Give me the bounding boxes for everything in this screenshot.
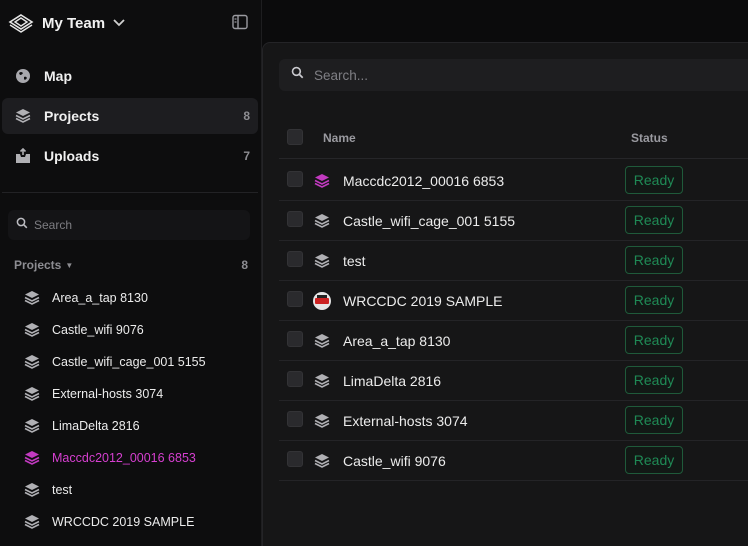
search-icon	[291, 66, 304, 84]
row-name[interactable]: Castle_wifi_cage_001 5155	[343, 213, 515, 229]
layers-icon	[24, 482, 40, 498]
team-name: My Team	[42, 14, 106, 32]
row-checkbox[interactable]	[287, 371, 303, 387]
nav-item-map[interactable]: Map	[2, 58, 258, 94]
sidebar-collapse-icon[interactable]	[232, 14, 250, 32]
sidebar-project-label: Area_a_tap 8130	[52, 291, 148, 305]
projects-section-header[interactable]: Projects ▼ 8	[14, 257, 248, 273]
main-panel: Name Status Maccdc2012_00016 6853 Ready …	[262, 42, 748, 546]
row-name[interactable]: Area_a_tap 8130	[343, 333, 450, 349]
layers-icon	[24, 354, 40, 370]
row-name[interactable]: WRCCDC 2019 SAMPLE	[343, 293, 503, 309]
caret-down-icon: ▼	[65, 260, 74, 270]
table-row[interactable]: WRCCDC 2019 SAMPLE Ready	[279, 281, 748, 321]
layers-icon	[313, 372, 331, 390]
row-checkbox[interactable]	[287, 251, 303, 267]
sidebar-project-label: Maccdc2012_00016 6853	[52, 451, 196, 465]
table-row[interactable]: test Ready	[279, 241, 748, 281]
layers-icon	[14, 107, 32, 125]
status-badge: Ready	[625, 366, 683, 394]
sidebar-divider	[2, 192, 258, 193]
team-logo-icon	[8, 10, 34, 36]
table-row[interactable]: LimaDelta 2816 Ready	[279, 361, 748, 401]
chevron-down-icon	[113, 16, 127, 30]
status-badge: Ready	[625, 286, 683, 314]
layers-icon	[313, 412, 331, 430]
row-checkbox[interactable]	[287, 211, 303, 227]
sidebar-project-item-active[interactable]: Maccdc2012_00016 6853	[24, 442, 254, 474]
table-row[interactable]: External-hosts 3074 Ready	[279, 401, 748, 441]
layers-icon	[313, 332, 331, 350]
row-checkbox[interactable]	[287, 331, 303, 347]
sidebar-project-item[interactable]: Area_a_tap 8130	[24, 282, 254, 314]
status-badge: Ready	[625, 166, 683, 194]
layers-icon	[313, 252, 331, 270]
sidebar-search-input[interactable]	[34, 218, 234, 232]
row-name[interactable]: LimaDelta 2816	[343, 373, 441, 389]
sidebar-project-item[interactable]: Castle_wifi_cage_001 5155	[24, 346, 254, 378]
inbox-upload-icon	[14, 147, 32, 165]
row-name[interactable]: Castle_wifi 9076	[343, 453, 446, 469]
row-name[interactable]: External-hosts 3074	[343, 413, 468, 429]
team-switcher[interactable]: My Team	[8, 8, 127, 38]
row-name[interactable]: test	[343, 253, 366, 269]
sidebar-project-label: External-hosts 3074	[52, 387, 164, 401]
row-checkbox[interactable]	[287, 451, 303, 467]
nav-item-projects[interactable]: Projects 8	[2, 98, 258, 134]
nav-label: Projects	[44, 108, 100, 124]
row-name[interactable]: Maccdc2012_00016 6853	[343, 173, 504, 189]
nav-label: Map	[44, 68, 72, 84]
table-row[interactable]: Castle_wifi 9076 Ready	[279, 441, 748, 481]
nav-label: Uploads	[44, 148, 100, 164]
layers-icon-magenta	[24, 450, 40, 466]
main-search[interactable]	[279, 59, 748, 91]
sidebar-project-label: WRCCDC 2019 SAMPLE	[52, 515, 195, 529]
sidebar-project-label: LimaDelta 2816	[52, 419, 140, 433]
sidebar-search[interactable]	[8, 210, 250, 240]
status-badge: Ready	[625, 446, 683, 474]
main-search-input[interactable]	[314, 67, 714, 83]
table-row[interactable]: Area_a_tap 8130 Ready	[279, 321, 748, 361]
sidebar-project-item[interactable]: Castle_wifi 9076	[24, 314, 254, 346]
projects-section-label: Projects	[14, 258, 62, 272]
table-header: Name Status	[279, 129, 748, 159]
layers-icon	[24, 290, 40, 306]
row-checkbox[interactable]	[287, 291, 303, 307]
layers-icon	[24, 386, 40, 402]
nav-count: 7	[243, 149, 250, 163]
column-header-name[interactable]: Name	[323, 131, 356, 145]
sidebar-project-item[interactable]: External-hosts 3074	[24, 378, 254, 410]
row-checkbox[interactable]	[287, 411, 303, 427]
table-row[interactable]: Castle_wifi_cage_001 5155 Ready	[279, 201, 748, 241]
select-all-checkbox[interactable]	[287, 129, 303, 145]
layers-icon	[313, 212, 331, 230]
layers-icon	[24, 322, 40, 338]
sidebar-project-item[interactable]: WRCCDC 2019 SAMPLE	[24, 506, 254, 538]
sidebar-project-label: test	[52, 483, 73, 497]
projects-table-body: Maccdc2012_00016 6853 Ready Castle_wifi_…	[279, 161, 748, 481]
row-checkbox[interactable]	[287, 171, 303, 187]
nav-item-uploads[interactable]: Uploads 7	[2, 138, 258, 174]
table-row[interactable]: Maccdc2012_00016 6853 Ready	[279, 161, 748, 201]
wrccdc-logo-icon	[313, 292, 331, 310]
projects-section-count: 8	[241, 258, 248, 272]
status-badge: Ready	[625, 206, 683, 234]
layers-icon-magenta	[313, 172, 331, 190]
status-badge: Ready	[625, 406, 683, 434]
sidebar-project-list: Area_a_tap 8130 Castle_wifi 9076 Castle_…	[24, 282, 254, 538]
layers-icon	[24, 418, 40, 434]
nav-count: 8	[243, 109, 250, 123]
sidebar-project-label: Castle_wifi_cage_001 5155	[52, 355, 206, 369]
sidebar: My Team Map Projects 8 Uploads 7 Proje	[0, 0, 262, 546]
globe-icon	[14, 67, 32, 85]
status-badge: Ready	[625, 246, 683, 274]
layers-icon	[313, 452, 331, 470]
sidebar-project-item[interactable]: test	[24, 474, 254, 506]
layers-icon	[24, 514, 40, 530]
search-icon	[16, 216, 28, 234]
sidebar-project-item[interactable]: LimaDelta 2816	[24, 410, 254, 442]
status-badge: Ready	[625, 326, 683, 354]
sidebar-project-label: Castle_wifi 9076	[52, 323, 144, 337]
column-header-status[interactable]: Status	[631, 131, 668, 145]
